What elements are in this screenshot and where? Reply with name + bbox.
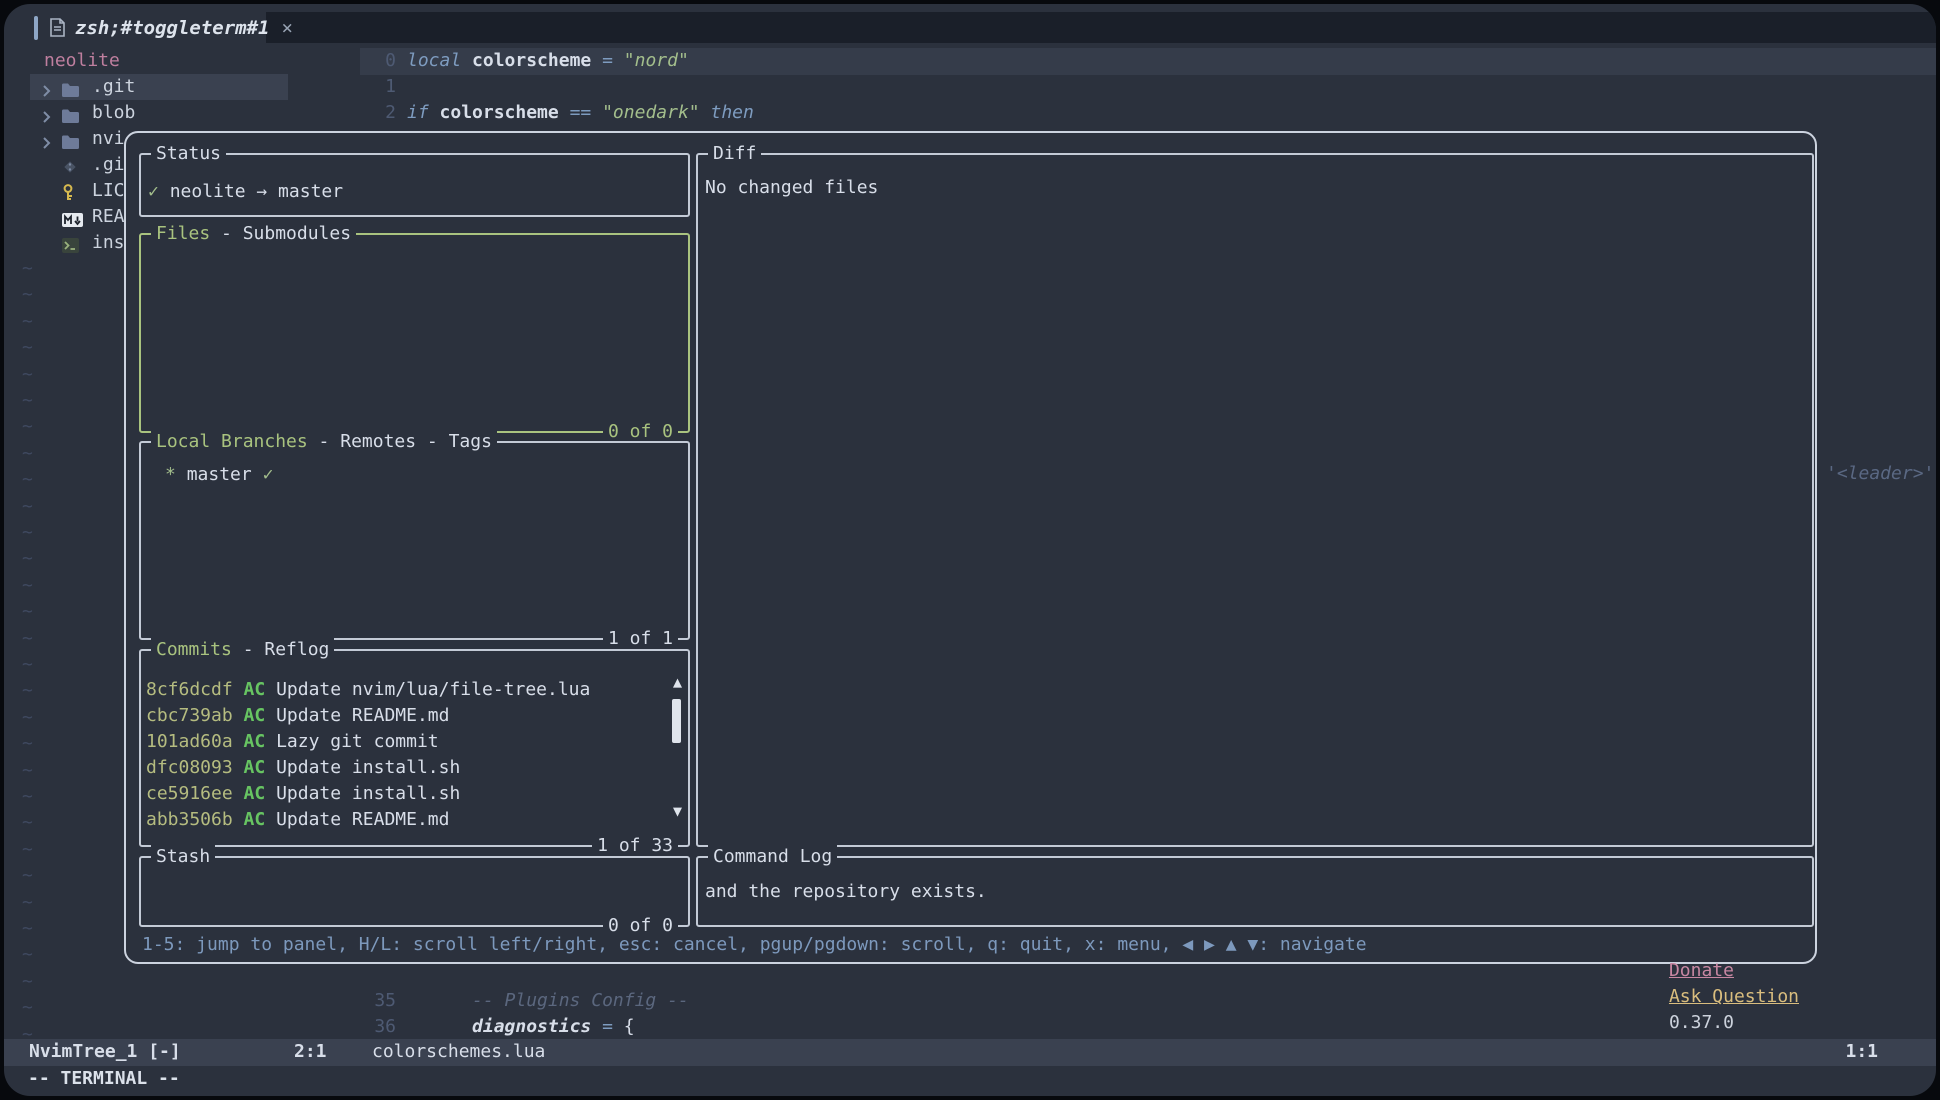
current-branch-star: * xyxy=(165,464,176,485)
file-icon xyxy=(50,18,65,37)
statusline-filename: colorschemes.lua xyxy=(372,1039,545,1065)
folder-icon xyxy=(62,135,79,149)
lazygit-version: 0.37.0 xyxy=(1669,1012,1734,1033)
chevron-right-icon xyxy=(42,136,51,150)
tilde-empty-line: ~ xyxy=(22,256,33,282)
chevron-right-icon xyxy=(42,110,51,124)
editor-line: 0local colorscheme = "nord" xyxy=(360,48,689,74)
tilde-empty-line: ~ xyxy=(22,705,33,731)
files-panel-subtitle: - Submodules xyxy=(210,223,351,244)
tilde-empty-line: ~ xyxy=(22,837,33,863)
status-panel-title: Status xyxy=(156,143,221,164)
tab-close-icon[interactable]: × xyxy=(281,15,292,41)
donate-link[interactable]: Donate xyxy=(1669,960,1734,981)
tilde-empty-line: ~ xyxy=(22,731,33,757)
ask-question-link[interactable]: Ask Question xyxy=(1669,986,1799,1007)
check-icon: ✓ xyxy=(263,464,274,485)
tilde-empty-line: ~ xyxy=(22,573,33,599)
tilde-empty-line: ~ xyxy=(22,282,33,308)
check-icon: ✓ xyxy=(148,181,159,202)
tab-active-indicator xyxy=(34,16,38,40)
chevron-right-icon xyxy=(42,84,51,98)
tilde-empty-line: ~ xyxy=(22,599,33,625)
vim-mode-indicator: -- TERMINAL -- xyxy=(28,1066,180,1092)
tilde-empty-line: ~ xyxy=(22,758,33,784)
commit-row[interactable]: ce5916ee AC Update install.sh xyxy=(146,781,688,807)
commit-row[interactable]: dfc08093 AC Update install.sh xyxy=(146,755,688,781)
commit-row[interactable]: 101ad60a AC Lazy git commit xyxy=(146,729,688,755)
tilde-empty-line: ~ xyxy=(22,626,33,652)
statusline: NvimTree_1 [-] 2:1 colorschemes.lua 1:1 xyxy=(4,1039,1936,1066)
scrollbar-down-icon[interactable]: ▼ xyxy=(673,804,682,819)
tilde-empty-line: ~ xyxy=(22,942,33,968)
lazygit-stash-panel[interactable]: Stash 0 of 0 xyxy=(139,856,690,927)
editor-line: 2if colorscheme == "onedark" then xyxy=(360,100,754,126)
branches-panel-title: Local Branches xyxy=(156,431,308,452)
tabbar-background xyxy=(266,12,1936,43)
tilde-empty-line: ~ xyxy=(22,520,33,546)
terminal-icon xyxy=(62,238,79,253)
commit-list: 8cf6dcdf AC Update nvim/lua/file-tree.lu… xyxy=(141,651,688,833)
files-panel-title: Files xyxy=(156,223,210,244)
statusline-buffer-name: NvimTree_1 [-] xyxy=(29,1039,181,1065)
diff-panel-title: Diff xyxy=(713,143,756,164)
tilde-empty-line: ~ xyxy=(22,441,33,467)
statusline-cursor-position: 1:1 xyxy=(1845,1039,1878,1065)
tilde-empty-line: ~ xyxy=(22,467,33,493)
tab-toggleterm[interactable]: zsh;#toggleterm#1 × xyxy=(34,12,293,43)
tilde-empty-line: ~ xyxy=(22,995,33,1021)
branches-panel-subtitle: - Remotes - Tags xyxy=(308,431,492,452)
commit-row[interactable]: abb3506b AC Update README.md xyxy=(146,807,688,833)
tilde-empty-line: ~ xyxy=(22,652,33,678)
lazygit-files-panel[interactable]: Files - Submodules 0 of 0 xyxy=(139,233,690,433)
lazygit-diff-panel[interactable]: Diff No changed files xyxy=(696,153,1814,847)
scrollbar-up-icon[interactable]: ▲ xyxy=(673,675,682,690)
tilde-empty-line: ~ xyxy=(22,362,33,388)
editor-line: 1 xyxy=(360,74,407,100)
tilde-empty-line: ~ xyxy=(22,969,33,995)
commits-panel-subtitle: - Reflog xyxy=(232,639,330,660)
commits-panel-title: Commits xyxy=(156,639,232,660)
command-log-title: Command Log xyxy=(713,846,832,867)
statusline-tree-position: 2:1 xyxy=(294,1039,327,1065)
folder-icon xyxy=(62,109,79,123)
lazygit-command-log-panel[interactable]: Command Log and the repository exists. xyxy=(696,856,1814,927)
tilde-empty-line: ~ xyxy=(22,309,33,335)
lazygit-status-panel[interactable]: Status ✓ neolite → master xyxy=(139,153,690,217)
stash-panel-title: Stash xyxy=(156,846,210,867)
commit-row[interactable]: cbc739ab AC Update README.md xyxy=(146,703,688,729)
tilde-empty-line: ~ xyxy=(22,810,33,836)
lazygit-branches-panel[interactable]: Local Branches - Remotes - Tags * master… xyxy=(139,441,690,640)
tilde-empty-line: ~ xyxy=(22,546,33,572)
diff-content: No changed files xyxy=(698,155,1812,201)
tilde-empty-line: ~ xyxy=(22,863,33,889)
tilde-empty-line: ~ xyxy=(22,890,33,916)
branch-name: master xyxy=(187,464,252,485)
tilde-empty-line: ~ xyxy=(22,678,33,704)
command-log-content: and the repository exists. xyxy=(698,858,1812,905)
tilde-empty-line: ~ xyxy=(22,784,33,810)
lazygit-float: Status ✓ neolite → master Files - Submod… xyxy=(124,131,1817,964)
tilde-empty-line: ~ xyxy=(22,494,33,520)
markdown-icon xyxy=(62,213,83,227)
app-window: zsh;#toggleterm#1 × neolite .gitblobnvi.… xyxy=(4,4,1936,1096)
folder-icon xyxy=(62,83,79,97)
status-branch-text: neolite → master xyxy=(170,181,343,202)
tilde-empty-line: ~ xyxy=(22,335,33,361)
commit-row[interactable]: 8cf6dcdf AC Update nvim/lua/file-tree.lu… xyxy=(146,677,688,703)
tilde-empty-line: ~ xyxy=(22,414,33,440)
tilde-empty-line: ~ xyxy=(22,916,33,942)
tree-item-blob[interactable]: blob xyxy=(30,100,288,126)
tilde-empty-line: ~ xyxy=(22,388,33,414)
tree-item-git[interactable]: .git xyxy=(30,74,288,100)
git-icon xyxy=(62,159,78,175)
filetree-root[interactable]: neolite xyxy=(44,48,120,74)
key-icon xyxy=(62,184,74,201)
scrollbar-thumb[interactable] xyxy=(672,699,681,743)
lazygit-commits-panel[interactable]: Commits - Reflog 8cf6dcdf AC Update nvim… xyxy=(139,649,690,847)
leader-keymap-hint: '<leader>' xyxy=(1826,461,1934,487)
tab-title: zsh;#toggleterm#1 xyxy=(75,15,269,41)
